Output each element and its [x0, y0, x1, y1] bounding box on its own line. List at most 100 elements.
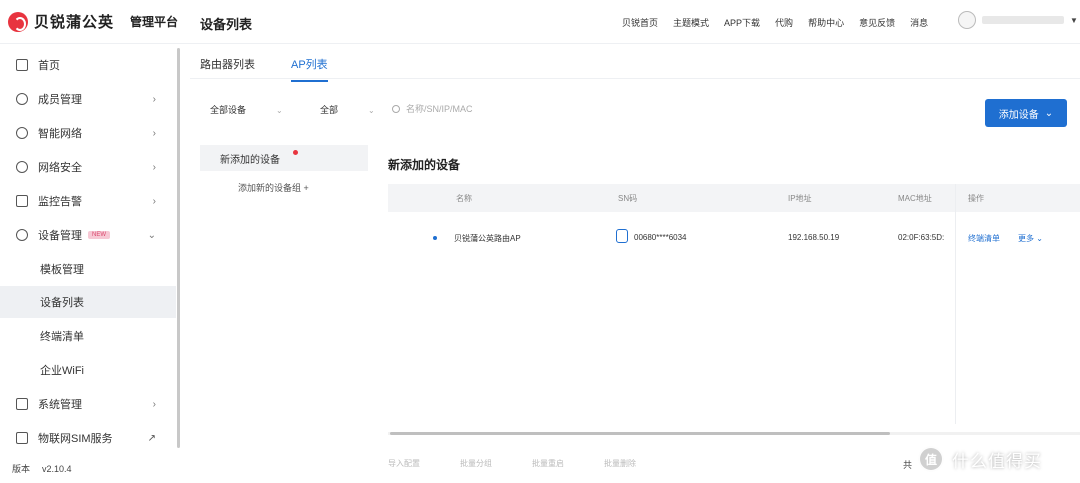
terminal-list-link[interactable]: 终端清单: [968, 233, 1000, 244]
tab-divider: [190, 78, 1080, 79]
sidebar-item-label: 系统管理: [38, 399, 82, 411]
home-icon: [16, 59, 28, 71]
sidebar-item-system[interactable]: 系统管理 ›: [0, 387, 176, 421]
user-name: [982, 16, 1064, 24]
watermark-logo: 值: [918, 446, 944, 472]
top-bar: 贝锐蒲公英 管理平台 设备列表 贝锐首页 主题模式 APP下载 代购 帮助中心 …: [0, 0, 1080, 44]
column-header-mac: MAC地址: [898, 193, 932, 203]
status-filter-value: 全部: [320, 105, 339, 115]
device-icon: [16, 229, 28, 241]
top-nav-item[interactable]: APP下载: [724, 16, 760, 29]
monitor-icon: [16, 195, 28, 207]
sidebar-subitem-label: 模板管理: [40, 264, 84, 276]
cell-mac: 02:0F:63:5D:: [898, 233, 945, 242]
add-device-button[interactable]: 添加设备 ⌄: [985, 99, 1067, 127]
top-nav-item[interactable]: 贝锐首页: [622, 16, 658, 29]
top-nav-item[interactable]: 帮助中心: [808, 16, 844, 29]
sidebar-item-label: 监控告警: [38, 196, 82, 208]
sidebar-item-label: 首页: [38, 60, 60, 72]
settings-icon: [16, 398, 28, 410]
top-nav-item[interactable]: 意见反馈: [859, 16, 895, 29]
network-icon: [16, 127, 28, 139]
fixed-column-divider: [955, 184, 956, 424]
top-nav-item[interactable]: 消息: [910, 16, 928, 29]
sidebar-item-device-management[interactable]: 设备管理 NEW ⌄: [0, 218, 176, 252]
group-filter-select[interactable]: 全部设备 ⌄: [210, 103, 283, 116]
top-nav-item[interactable]: 代购: [775, 16, 793, 29]
search-icon: [392, 104, 400, 113]
sidebar-item-label: 设备管理: [38, 230, 82, 242]
sidebar-subitem-enterprise-wifi[interactable]: 企业WiFi: [0, 354, 176, 386]
table-row[interactable]: 贝锐蒲公英路由AP 00680****6034 192.168.50.19 02…: [388, 212, 1080, 262]
sidebar-item-iot-sim[interactable]: 物联网SIM服务 ↗: [0, 421, 176, 455]
add-group-link[interactable]: 添加新的设备组 +: [200, 181, 368, 194]
sidebar-subitem-label: 设备列表: [40, 297, 84, 309]
batch-delete-button[interactable]: 批量删除: [604, 458, 636, 469]
column-header-name: 名称: [456, 193, 472, 203]
chevron-down-icon: ⌄: [368, 106, 375, 115]
chevron-down-icon: ⌄: [1036, 234, 1043, 243]
sidebar: 首页 成员管理 › 智能网络 › 网络安全 › 监控告警 › 设备管理 NEW …: [0, 44, 176, 483]
group-filter-value: 全部设备: [210, 105, 247, 115]
sidebar-subitem-device-list[interactable]: 设备列表: [0, 286, 176, 318]
group-panel: 新添加的设备 添加新的设备组 +: [200, 145, 368, 425]
import-config-button[interactable]: 导入配置: [388, 458, 420, 469]
chevron-right-icon: ›: [152, 195, 156, 207]
add-device-label: 添加设备: [998, 109, 1039, 121]
chevron-right-icon: ›: [152, 161, 156, 173]
sidebar-item-smart-network[interactable]: 智能网络 ›: [0, 116, 176, 150]
column-header-sn: SN码: [618, 193, 638, 203]
sidebar-item-monitoring[interactable]: 监控告警 ›: [0, 184, 176, 218]
total-count: 共: [903, 460, 913, 470]
page-title: 设备列表: [200, 17, 253, 32]
user-icon: [16, 93, 28, 105]
avatar[interactable]: [958, 11, 976, 29]
batch-group-button[interactable]: 批量分组: [460, 458, 492, 469]
shield-icon: [16, 161, 28, 173]
more-actions-link[interactable]: 更多 ⌄: [1018, 233, 1043, 244]
sidebar-item-label: 物联网SIM服务: [38, 433, 113, 445]
search-input[interactable]: 名称/SN/IP/MAC: [392, 102, 473, 115]
brand-logo-icon: [8, 11, 28, 32]
batch-actions: 导入配置 批量分组 批量重启 批量删除: [388, 458, 636, 469]
column-header-ip: IP地址: [788, 193, 812, 203]
sidebar-item-label: 成员管理: [38, 94, 82, 106]
search-placeholder: 名称/SN/IP/MAC: [406, 104, 473, 114]
sidebar-item-home[interactable]: 首页: [0, 48, 176, 82]
sidebar-subitem-terminals[interactable]: 终端清单: [0, 320, 176, 352]
table-header: 名称 SN码 IP地址 MAC地址 操作: [388, 184, 1080, 212]
caret-down-icon[interactable]: ▼: [1070, 16, 1078, 25]
chevron-down-icon: ⌄: [147, 229, 156, 241]
chevron-right-icon: ›: [152, 398, 156, 410]
horizontal-scrollbar[interactable]: [390, 432, 890, 435]
cell-ip: 192.168.50.19: [788, 233, 840, 242]
watermark-text: 什么值得买: [952, 451, 1042, 471]
watermark: 值 什么值得买: [918, 446, 1042, 472]
brand[interactable]: 贝锐蒲公英 管理平台: [8, 11, 178, 32]
user-menu[interactable]: ▼: [958, 11, 1078, 29]
sidebar-scrollbar[interactable]: [177, 48, 180, 448]
status-filter-select[interactable]: 全部 ⌄: [320, 103, 375, 116]
top-nav-item[interactable]: 主题模式: [673, 16, 709, 29]
batch-restart-button[interactable]: 批量重启: [532, 458, 564, 469]
cell-name: 贝锐蒲公英路由AP: [454, 234, 521, 243]
device-table: 名称 SN码 IP地址 MAC地址 操作 贝锐蒲公英路由AP 00680****…: [388, 184, 1080, 262]
sidebar-item-security[interactable]: 网络安全 ›: [0, 150, 176, 184]
notification-dot: [293, 150, 298, 155]
version-label: 版本: [12, 464, 31, 474]
version-value: v2.10.4: [42, 464, 72, 474]
online-status-dot: [433, 236, 437, 240]
section-title: 新添加的设备: [388, 158, 461, 172]
group-item-label: 新添加的设备: [220, 154, 280, 166]
sidebar-item-label: 网络安全: [38, 162, 82, 174]
sidebar-subitem-label: 终端清单: [40, 331, 84, 343]
sidebar-item-members[interactable]: 成员管理 ›: [0, 82, 176, 116]
group-item-new-devices[interactable]: 新添加的设备: [200, 145, 368, 171]
chevron-right-icon: ›: [152, 127, 156, 139]
version-info: 版本 v2.10.4: [12, 462, 72, 475]
sim-icon: [16, 432, 28, 444]
chevron-down-icon: ⌄: [276, 106, 283, 115]
brand-name: 贝锐蒲公英: [34, 14, 115, 31]
brand-subtitle: 管理平台: [130, 15, 179, 29]
sidebar-subitem-templates[interactable]: 模板管理: [0, 253, 176, 285]
